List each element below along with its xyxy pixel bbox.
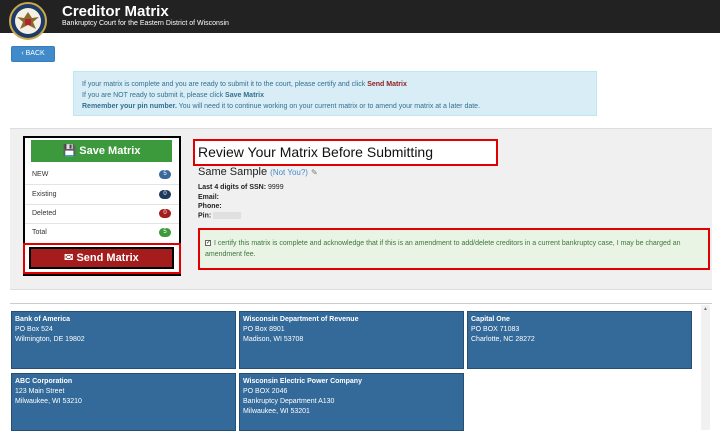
stat-label: Existing (32, 191, 57, 198)
creditor-name: Wisconsin Department of Revenue (243, 316, 359, 323)
info-line-1-text: If your matrix is complete and you are r… (82, 81, 368, 88)
creditor-card[interactable]: Bank of America PO Box 524 Wilmington, D… (11, 311, 236, 369)
info-line-2: If you are NOT ready to submit it, pleas… (82, 90, 588, 101)
creditor-address-line: Madison, WI 53708 (243, 336, 304, 343)
pin-field: Pin: (198, 212, 242, 220)
phone-field: Phone: (198, 203, 222, 210)
court-seal-icon (9, 2, 47, 40)
app-subtitle: Bankruptcy Court for the Eastern Distric… (62, 20, 229, 27)
info-alert: If your matrix is complete and you are r… (73, 71, 597, 116)
ssn-label: Last 4 digits of SSN: (198, 184, 267, 191)
debtor-name: Same Sample (198, 166, 268, 178)
stat-label: Deleted (32, 210, 57, 217)
creditor-address-line: Milwaukee, WI 53201 (243, 408, 310, 415)
send-matrix-label: Send Matrix (76, 252, 139, 264)
creditor-address-line: PO Box 8901 (243, 326, 285, 333)
creditor-address-line: PO BOX 2046 (243, 388, 288, 395)
send-matrix-button[interactable]: ✉ Send Matrix (29, 247, 174, 269)
back-button[interactable]: ‹ BACK (11, 46, 55, 62)
creditor-card[interactable]: Wisconsin Electric Power Company PO BOX … (239, 373, 464, 431)
creditor-card[interactable]: ABC Corporation 123 Main Street Milwauke… (11, 373, 236, 431)
save-matrix-label: Save Matrix (79, 145, 141, 157)
creditor-address-line: 123 Main Street (15, 388, 65, 395)
email-label: Email: (198, 194, 220, 201)
info-line-2-text: If you are NOT ready to submit it, pleas… (82, 92, 226, 99)
info-line-3: Remember your pin number. You will need … (82, 101, 588, 112)
app-title: Creditor Matrix (62, 3, 169, 20)
stat-badge: 0 (159, 209, 171, 218)
info-line-3-text: You will need it to continue working on … (176, 103, 481, 110)
debtor-name-line: Same Sample (Not You?) ✎ (198, 166, 318, 178)
email-field: Email: (198, 194, 219, 201)
creditor-address-line: Milwaukee, WI 53210 (15, 398, 82, 405)
creditor-name: Capital One (471, 316, 510, 323)
save-icon: 💾 (62, 145, 77, 157)
pencil-icon[interactable]: ✎ (311, 168, 318, 177)
pin-value-masked (213, 212, 242, 219)
creditor-name: ABC Corporation (15, 378, 73, 385)
creditor-name: Wisconsin Electric Power Company (243, 378, 362, 385)
creditor-card[interactable]: Wisconsin Department of Revenue PO Box 8… (239, 311, 464, 369)
scroll-up-arrow-icon[interactable]: ▲ (702, 306, 709, 312)
stat-label: NEW (32, 171, 49, 178)
pin-label: Pin: (198, 212, 212, 220)
creditor-address-line: PO BOX 71083 (471, 326, 520, 333)
creditor-list-scrollbar[interactable] (701, 305, 710, 430)
creditor-card[interactable]: Capital One PO BOX 71083 Charlotte, NC 2… (467, 311, 692, 369)
creditor-name: Bank of America (15, 316, 70, 323)
certify-checkbox[interactable]: ✓ (205, 240, 211, 247)
stat-row-new: NEW 5 (25, 165, 179, 185)
stat-label: Total (32, 229, 47, 236)
certify-text: I certify this matrix is complete and ac… (205, 240, 681, 258)
pin-reminder: Remember your pin number. (82, 103, 177, 110)
creditor-address-line: Wilmington, DE 19802 (15, 336, 85, 343)
save-matrix-link-text: Save Matrix (225, 92, 264, 99)
not-you-link[interactable]: (Not You?) (270, 168, 308, 177)
stat-row-total: Total 5 (25, 223, 179, 243)
creditor-address-line: Bankruptcy Department A130 (243, 398, 335, 405)
stat-row-existing: Existing 0 (25, 185, 179, 205)
stat-badge: 0 (159, 190, 171, 199)
phone-label: Phone: (198, 203, 222, 210)
creditor-address-line: PO Box 524 (15, 326, 53, 333)
certify-statement: ✓ I certify this matrix is complete and a… (205, 238, 705, 260)
ssn-value: 9999 (268, 184, 284, 191)
envelope-icon: ✉ (64, 252, 74, 264)
page-title: Review Your Matrix Before Submitting (198, 144, 433, 160)
send-matrix-link-text: Send Matrix (367, 81, 407, 88)
ssn-field: Last 4 digits of SSN: 9999 (198, 184, 284, 191)
creditor-address-line: Charlotte, NC 28272 (471, 336, 535, 343)
info-line-1: If your matrix is complete and you are r… (82, 79, 588, 90)
back-button-label: BACK (25, 50, 45, 57)
stat-badge: 5 (159, 170, 171, 179)
chevron-left-icon: ‹ (21, 50, 24, 57)
stat-badge: 5 (159, 228, 171, 237)
save-matrix-button[interactable]: 💾 Save Matrix (31, 140, 172, 162)
stat-row-deleted: Deleted 0 (25, 204, 179, 224)
app-header: Creditor Matrix Bankruptcy Court for the… (0, 0, 720, 40)
